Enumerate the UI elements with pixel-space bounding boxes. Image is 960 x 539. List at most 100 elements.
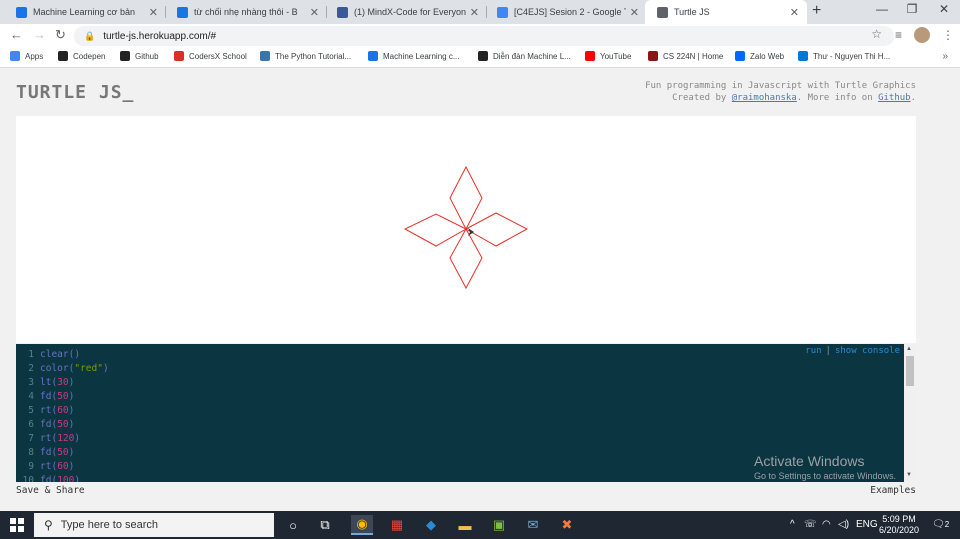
mail-app-icon[interactable]: ✉: [522, 515, 544, 535]
app-grid-icon[interactable]: ▦: [386, 515, 408, 535]
maximize-icon[interactable]: ❐: [898, 2, 926, 16]
line-number: 5: [28, 405, 34, 416]
close-tab-icon[interactable]: ✕: [630, 6, 639, 19]
vscode-app-icon[interactable]: ◆: [420, 515, 442, 535]
bookmark-item[interactable]: Diễn đàn Machine L...: [478, 51, 571, 61]
tab-title: Machine Learning cơ bản: [33, 7, 135, 17]
bookmark-favicon-icon: [798, 51, 808, 61]
code-text: fd(100): [40, 475, 80, 482]
editor-scrollbar[interactable]: ▲ ▼: [904, 344, 916, 482]
close-window-icon[interactable]: ✕: [930, 2, 958, 16]
forward-icon[interactable]: →: [33, 27, 46, 42]
code-text: fd(50): [40, 391, 75, 402]
close-tab-icon[interactable]: ✕: [149, 6, 158, 19]
line-number: 2: [28, 363, 34, 374]
separator: |: [825, 346, 831, 356]
created-by-label: Created by: [672, 93, 732, 103]
code-function: fd: [40, 419, 52, 430]
turtle-js-page: TURTLE JS_ Fun programming in Javascript…: [0, 69, 960, 511]
bookmark-favicon-icon: [735, 51, 745, 61]
bookmark-item[interactable]: Github: [120, 51, 159, 61]
run-button[interactable]: run: [805, 346, 821, 356]
code-argument: 60: [57, 461, 69, 472]
new-tab-button[interactable]: +: [812, 2, 821, 20]
url-text: turtle-js.herokuapp.com/#: [103, 30, 217, 42]
back-icon[interactable]: ←: [10, 27, 23, 42]
close-tab-icon[interactable]: ✕: [790, 6, 799, 19]
browser-tab[interactable]: từ chối nhẹ nhàng thôi - B ✕: [165, 0, 327, 24]
task-view-icon[interactable]: ⧉: [314, 515, 336, 535]
code-line: 5 rt(60): [16, 404, 74, 418]
network-icon[interactable]: ☏: [804, 519, 817, 530]
bookmark-favicon-icon: [10, 51, 20, 61]
code-line: 9 rt(60): [16, 460, 74, 474]
cortana-icon[interactable]: ○: [282, 515, 304, 535]
bookmark-label: CS 224N | Home: [663, 51, 724, 61]
reload-icon[interactable]: ↻: [55, 27, 66, 43]
bookmark-item[interactable]: Thư - Nguyen Thi H...: [798, 51, 890, 61]
windows-start-icon[interactable]: [10, 518, 24, 532]
bookmark-label: Zalo Web: [750, 51, 785, 61]
media-control-icon[interactable]: ≡: [895, 28, 902, 42]
code-text: rt(120): [40, 433, 81, 444]
minimize-icon[interactable]: —: [868, 2, 896, 16]
bookmark-item[interactable]: Apps: [10, 51, 43, 61]
store-app-icon[interactable]: ▣: [488, 515, 510, 535]
code-line: 10 fd(100): [16, 474, 81, 482]
turtle-canvas: [16, 116, 916, 343]
bookmark-favicon-icon: [478, 51, 488, 61]
bookmark-star-icon[interactable]: ☆: [871, 27, 882, 41]
volume-icon[interactable]: ◁): [838, 519, 849, 530]
examples-link[interactable]: Examples: [870, 485, 916, 496]
tab-title: (1) MindX-Code for Everyone: [354, 7, 466, 17]
bookmark-favicon-icon: [58, 51, 68, 61]
profile-avatar[interactable]: [914, 27, 930, 43]
github-link[interactable]: Github: [878, 93, 911, 103]
wifi-icon[interactable]: ◠: [822, 519, 831, 530]
bookmark-item[interactable]: CodersX School: [174, 51, 247, 61]
browser-tab[interactable]: Turtle JS ✕: [645, 0, 807, 24]
line-number: 9: [28, 461, 34, 472]
bookmarks-more-icon[interactable]: »: [942, 51, 948, 62]
bookmark-item[interactable]: Zalo Web: [735, 51, 784, 61]
close-tab-icon[interactable]: ✕: [470, 6, 479, 19]
scroll-thumb[interactable]: [906, 356, 914, 386]
taskbar-search-box[interactable]: ⚲ Type here to search: [34, 513, 274, 537]
code-text: fd(50): [40, 447, 75, 458]
bookmark-favicon-icon: [174, 51, 184, 61]
scroll-down-icon[interactable]: ▼: [906, 472, 912, 478]
turtle-drawing: [403, 165, 529, 290]
chrome-app-icon[interactable]: ◉: [351, 515, 373, 535]
xampp-app-icon[interactable]: ✖: [556, 515, 578, 535]
language-indicator[interactable]: ENG: [856, 519, 878, 530]
turtle-cursor-icon: [468, 228, 474, 236]
close-tab-icon[interactable]: ✕: [310, 6, 319, 19]
bookmark-item[interactable]: The Python Tutorial...: [260, 51, 351, 61]
save-share-link[interactable]: Save & Share: [16, 485, 85, 496]
tray-chevron-icon[interactable]: ^: [790, 519, 795, 530]
bookmark-favicon-icon: [648, 51, 658, 61]
browser-tab[interactable]: Machine Learning cơ bản ✕: [4, 0, 166, 24]
bookmark-label: YouTube: [600, 51, 632, 61]
show-console-button[interactable]: show console: [835, 346, 900, 356]
tagline-text: Fun programming in Javascript with Turtl…: [645, 81, 916, 91]
file-explorer-icon[interactable]: ▬: [454, 515, 476, 535]
clock-date: 6/20/2020: [878, 525, 920, 535]
system-clock[interactable]: 5:09 PM 6/20/2020: [876, 514, 922, 536]
address-bar[interactable]: 🔒 turtle-js.herokuapp.com/# ☆: [74, 26, 894, 46]
bookmark-label: Github: [135, 51, 159, 61]
bookmark-item[interactable]: CS 224N | Home: [648, 51, 723, 61]
notification-icon[interactable]: 🗨2: [932, 519, 949, 530]
code-function: fd: [40, 475, 52, 482]
bookmark-item[interactable]: Machine Learning c...: [368, 51, 460, 61]
bookmark-item[interactable]: Codepen: [58, 51, 105, 61]
browser-tab[interactable]: [C4EJS] Sesion 2 - Google Tài li ✕: [485, 0, 647, 24]
code-line: 6 fd(50): [16, 418, 74, 432]
menu-icon[interactable]: ⋮: [942, 28, 954, 42]
author-link[interactable]: @raimohanska: [732, 93, 797, 103]
scroll-up-icon[interactable]: ▲: [906, 346, 912, 352]
browser-tab[interactable]: (1) MindX-Code for Everyone ✕: [325, 0, 487, 24]
bookmark-item[interactable]: YouTube: [585, 51, 631, 61]
code-text: clear(): [40, 349, 81, 360]
editor-actions: run | show console: [805, 346, 900, 356]
